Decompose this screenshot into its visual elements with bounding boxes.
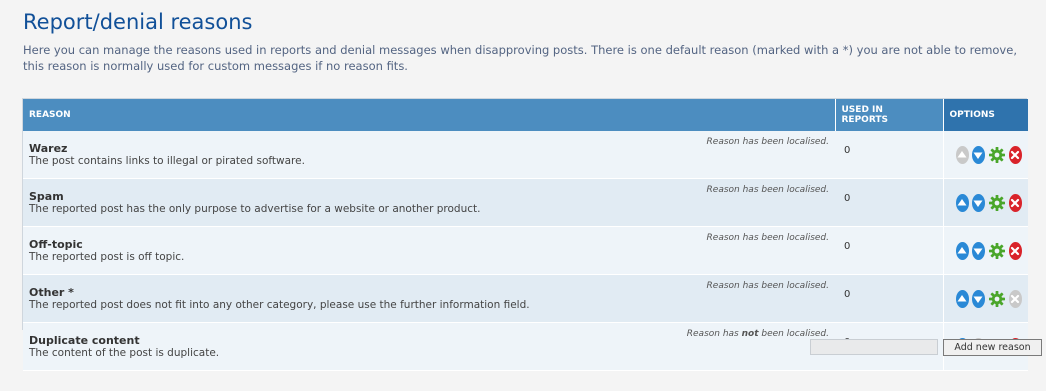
move-down-icon[interactable] xyxy=(971,289,985,308)
edit-gear-icon[interactable] xyxy=(988,290,1006,308)
move-down-icon[interactable] xyxy=(971,145,985,164)
used-header-line1: Used in xyxy=(841,105,883,115)
page-description: Here you can manage the reasons used in … xyxy=(23,43,1017,73)
move-up-icon xyxy=(955,145,969,164)
delete-icon xyxy=(1008,289,1023,308)
edit-gear-icon[interactable] xyxy=(988,242,1006,260)
reason-description: The reported post does not fit into any … xyxy=(29,298,530,311)
add-new-reason-button[interactable]: Add new reason xyxy=(943,339,1042,356)
localisation-status: Reason has not been localised. xyxy=(686,329,829,339)
used-count: 0 xyxy=(844,193,851,204)
used-count: 0 xyxy=(844,145,851,156)
new-reason-input[interactable] xyxy=(810,339,938,355)
table-row: Other * The reported post does not fit in… xyxy=(23,274,1028,323)
move-up-icon[interactable] xyxy=(955,193,969,212)
move-down-icon[interactable] xyxy=(971,193,985,212)
reason-description: The reported post is off topic. xyxy=(29,250,185,263)
options-icons xyxy=(955,193,1023,212)
reasons-table-box: Reason Used in reports Options Warez The … xyxy=(22,98,1028,371)
column-header-options: Options xyxy=(943,99,1028,131)
reason-cell: Off-topic The reported post is off topic.… xyxy=(23,226,835,275)
used-in-reports-cell: 0 xyxy=(835,226,943,275)
column-header-reason: Reason xyxy=(23,99,836,131)
table-row: Off-topic The reported post is off topic.… xyxy=(23,226,1028,275)
options-cell xyxy=(942,274,1028,323)
reason-cell: Other * The reported post does not fit in… xyxy=(23,274,835,323)
reason-cell: Warez The post contains links to illegal … xyxy=(23,131,835,179)
edit-gear-icon[interactable] xyxy=(988,146,1006,164)
reason-cell: Spam The reported post has the only purpo… xyxy=(23,178,835,227)
reason-description: The content of the post is duplicate. xyxy=(29,346,220,359)
reasons-table: Reason Used in reports Options Warez The … xyxy=(23,99,1028,371)
used-in-reports-cell: 0 xyxy=(835,274,943,323)
reason-cell: Duplicate content The content of the post… xyxy=(23,322,835,371)
localisation-status: Reason has been localised. xyxy=(706,185,829,195)
column-header-used-in-reports: Used in reports xyxy=(835,99,944,131)
delete-icon[interactable] xyxy=(1008,145,1023,164)
move-up-icon[interactable] xyxy=(955,241,969,260)
reasons-table-body: Warez The post contains links to illegal … xyxy=(23,131,1028,371)
acp-page: Report/denial reasons Here you can manag… xyxy=(0,0,1046,391)
used-count: 0 xyxy=(844,289,851,300)
options-cell xyxy=(942,178,1028,227)
reason-description: The post contains links to illegal or pi… xyxy=(29,154,305,167)
reason-description: The reported post has the only purpose t… xyxy=(29,202,481,215)
delete-icon[interactable] xyxy=(1008,241,1023,260)
edit-gear-icon[interactable] xyxy=(988,194,1006,212)
options-icons xyxy=(955,145,1023,164)
options-icons xyxy=(955,289,1023,308)
options-icons xyxy=(955,241,1023,260)
delete-icon[interactable] xyxy=(1008,193,1023,212)
localisation-status: Reason has been localised. xyxy=(706,137,829,147)
table-row: Warez The post contains links to illegal … xyxy=(23,131,1028,179)
used-count: 0 xyxy=(844,241,851,252)
page-title: Report/denial reasons xyxy=(23,10,253,34)
table-row: Spam The reported post has the only purpo… xyxy=(23,178,1028,227)
table-header-row: Reason Used in reports Options xyxy=(23,99,1028,131)
used-in-reports-cell: 0 xyxy=(835,131,943,179)
move-up-icon[interactable] xyxy=(955,289,969,308)
used-header-line2: reports xyxy=(841,115,888,125)
localisation-status: Reason has been localised. xyxy=(706,281,829,291)
used-in-reports-cell: 0 xyxy=(835,178,943,227)
move-down-icon[interactable] xyxy=(971,241,985,260)
options-cell xyxy=(942,226,1028,275)
options-cell xyxy=(942,131,1028,179)
localisation-status: Reason has been localised. xyxy=(706,233,829,243)
